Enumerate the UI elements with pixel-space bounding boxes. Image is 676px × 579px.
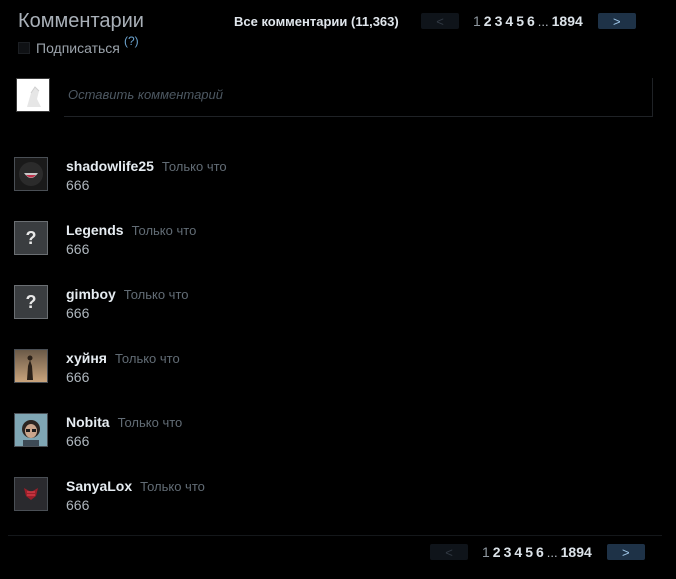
page-ellipsis: ...: [546, 545, 558, 560]
page-link[interactable]: 3: [504, 544, 512, 560]
comment-item: shadowlife25 Только что 666: [14, 157, 654, 197]
page-link-last[interactable]: 1894: [561, 544, 592, 560]
comment-item: хуйня Только что 666: [14, 349, 654, 389]
author-name[interactable]: shadowlife25: [66, 158, 154, 174]
unknown-avatar[interactable]: ?: [14, 221, 48, 255]
comment-text: 666: [66, 177, 90, 193]
sketch-figure-icon: [17, 79, 49, 111]
comment-item: SanyaLox Только что 666: [14, 477, 654, 517]
author-name[interactable]: Legends: [66, 222, 124, 238]
portrait-avatar[interactable]: [14, 413, 48, 447]
sepia-figure-icon: [15, 350, 47, 382]
subscribe-label[interactable]: Подписаться: [36, 40, 120, 56]
page-link-last[interactable]: 1894: [552, 13, 583, 29]
red-emblem-avatar[interactable]: [14, 477, 48, 511]
page-link[interactable]: 2: [484, 13, 492, 29]
page-link[interactable]: 4: [505, 13, 513, 29]
comment-author[interactable]: Legends Только что: [66, 222, 196, 238]
comment-input-placeholder: Оставить комментарий: [68, 87, 223, 102]
comment-item: ? gimboy Только что 666: [14, 285, 654, 325]
question-mark-icon: ?: [25, 291, 37, 312]
unknown-avatar[interactable]: ?: [14, 285, 48, 319]
comment-item: ? Legends Только что 666: [14, 221, 654, 261]
page-link-current[interactable]: 1: [482, 544, 490, 560]
author-name[interactable]: SanyaLox: [66, 478, 132, 494]
page-ellipsis: ...: [537, 14, 549, 29]
comment-author[interactable]: SanyaLox Только что: [66, 478, 205, 494]
comments-title: Комментарии: [18, 10, 144, 32]
divider: [8, 535, 662, 536]
user-avatar: [16, 78, 50, 112]
comment-text: 666: [66, 433, 90, 449]
next-page-button[interactable]: >: [606, 544, 645, 560]
page-link[interactable]: 6: [536, 544, 544, 560]
prev-page-button[interactable]: <: [430, 544, 468, 560]
comment-text: 666: [66, 305, 90, 321]
comment-composer: Оставить комментарий: [16, 78, 654, 118]
smile-avatar-icon: [15, 158, 47, 190]
comment-timestamp: Только что: [114, 351, 180, 366]
prev-page-button[interactable]: <: [421, 13, 459, 29]
page-numbers: 1 2 3 4 5 6 ... 1894: [482, 544, 595, 560]
comment-item: Nobita Только что 666: [14, 413, 654, 453]
subscribe-checkbox[interactable]: [18, 42, 30, 54]
comment-timestamp: Только что: [140, 479, 205, 494]
comment-text: 666: [66, 369, 90, 385]
author-name[interactable]: gimboy: [66, 286, 116, 302]
help-link[interactable]: (?): [124, 34, 139, 48]
pagination-bottom: < 1 2 3 4 5 6 ... 1894 >: [430, 544, 645, 560]
page-link[interactable]: 6: [527, 13, 535, 29]
portrait-icon: [15, 414, 47, 446]
smile-avatar[interactable]: [14, 157, 48, 191]
comment-author[interactable]: хуйня Только что: [66, 350, 180, 366]
comment-text: 666: [66, 497, 90, 513]
pagination-top: < 1 2 3 4 5 6 ... 1894 >: [421, 13, 636, 29]
page-link[interactable]: 2: [493, 544, 501, 560]
comment-timestamp: Только что: [161, 159, 227, 174]
comment-timestamp: Только что: [131, 223, 197, 238]
next-page-button[interactable]: >: [597, 13, 636, 29]
comment-author[interactable]: Nobita Только что: [66, 414, 182, 430]
comment-text: 666: [66, 241, 90, 257]
comment-timestamp: Только что: [117, 415, 183, 430]
comment-author[interactable]: shadowlife25 Только что: [66, 158, 227, 174]
page-numbers: 1 2 3 4 5 6 ... 1894: [473, 13, 586, 29]
page-link-current[interactable]: 1: [473, 13, 481, 29]
question-mark-icon: ?: [25, 227, 37, 248]
comment-timestamp: Только что: [123, 287, 189, 302]
author-name[interactable]: хуйня: [66, 350, 107, 366]
subscribe-option[interactable]: Подписаться: [18, 40, 120, 56]
page-link[interactable]: 3: [495, 13, 503, 29]
comments-header: Комментарии Подписаться (?) Все коммента…: [0, 0, 676, 70]
page-link[interactable]: 4: [514, 544, 522, 560]
author-name[interactable]: Nobita: [66, 414, 110, 430]
page-link[interactable]: 5: [516, 13, 524, 29]
page-link[interactable]: 5: [525, 544, 533, 560]
sepia-figure-avatar[interactable]: [14, 349, 48, 383]
all-comments-link[interactable]: Все комментарии (11,363): [234, 14, 399, 29]
red-emblem-icon: [15, 478, 47, 510]
comment-author[interactable]: gimboy Только что: [66, 286, 189, 302]
